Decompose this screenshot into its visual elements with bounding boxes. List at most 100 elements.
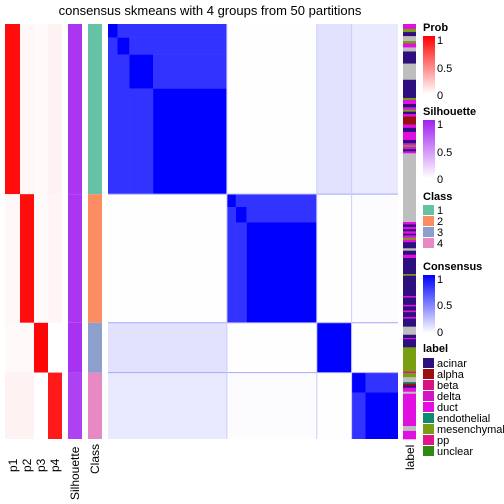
prob-p3-class4-cell [34, 372, 48, 439]
legend-label-swatch-beta [423, 380, 434, 390]
legend-label-swatch-duct [423, 402, 434, 412]
label-cell-acinar [403, 111, 416, 115]
label-cell-duct [403, 226, 416, 230]
consensus-subblock-off-2-1 [235, 194, 317, 208]
label-cell-duct [403, 387, 416, 393]
label-cell-mesenchymal [403, 109, 416, 112]
label-cell-acinar [403, 312, 416, 318]
legend-label-swatch-delta [423, 391, 434, 401]
consensus-subblock-off-4-1b [351, 392, 366, 439]
legend-silhouette-tick-1: 1 [437, 119, 443, 131]
prob-p1-class3-cell [5, 322, 20, 373]
axis-label-p1: p1 [6, 458, 20, 472]
prob-p4-class3-cell [48, 322, 62, 373]
label-cell-acinar [403, 385, 416, 388]
label-cell-acinar [403, 51, 416, 64]
legend-prob-tick-1: 1 [437, 35, 443, 47]
axis-label-p4: p4 [48, 458, 62, 472]
consensus-subblock-off-1-3 [153, 54, 227, 89]
label-cell-acinar [403, 334, 416, 339]
consensus-block-4-3 [316, 372, 352, 439]
consensus-block-3-4 [351, 322, 398, 373]
label-cell-duct [403, 24, 416, 30]
legend-silhouette-tick-0: 0 [437, 174, 443, 186]
label-cell-duct [403, 222, 416, 225]
label-cell-acinar [403, 149, 416, 152]
prob-p3-class1-cell [34, 24, 48, 195]
class-2-cell [88, 194, 102, 323]
label-cell-grey [403, 153, 416, 223]
label-cell-acinar [403, 242, 416, 249]
legend-silhouette-title: Silhouette [423, 106, 476, 118]
consensus-block-2-1 [108, 194, 227, 323]
annotation-columns [5, 24, 102, 439]
label-cell-acinar [403, 275, 416, 297]
consensus-block-1-4 [351, 24, 398, 195]
label-cell-duct [403, 235, 416, 239]
silhouette-class4-cell [68, 372, 82, 439]
legend-class-swatch-1 [423, 205, 434, 215]
label-cell-duct [403, 393, 416, 427]
label-cell-acinar [403, 229, 416, 232]
label-cell-acinar [403, 224, 416, 228]
label-cell-mesenchymal [403, 97, 416, 101]
prob-p2-class3-cell [20, 322, 34, 373]
label-cell-grey [403, 391, 416, 395]
label-cell-acinar [403, 139, 416, 144]
consensus-subblock-1-3 [129, 54, 154, 89]
label-cell-mesenchymal [403, 373, 416, 378]
legend-class-items: 1234 [423, 205, 443, 250]
consensus-subblock-2-2 [235, 207, 247, 223]
label-cell-grey [403, 248, 416, 251]
label-cell-acinar [403, 79, 416, 99]
label-cell-acinar [403, 257, 416, 275]
axis-label-p2: p2 [20, 458, 34, 472]
label-cell-duct [403, 231, 416, 235]
consensus-subblock-1-2 [117, 37, 130, 55]
consensus-heatmap [108, 24, 398, 439]
legend-consensus-colorbar [423, 275, 435, 333]
consensus-block-4-1 [108, 372, 227, 439]
label-cell-grey [403, 63, 416, 81]
prob-p4-class2-cell [48, 194, 62, 323]
legend-class-title: Class [423, 191, 452, 203]
consensus-subblock-2-3 [246, 222, 317, 323]
legend-prob-title: Prob [423, 22, 448, 34]
label-cell-grey [403, 377, 416, 383]
label-cell-acinar [403, 127, 416, 133]
label-cell-alpha [403, 116, 416, 125]
label-cell-duct [403, 430, 416, 440]
prob-p1-class2-cell [5, 194, 20, 323]
consensus-block-2-3 [316, 194, 352, 323]
label-cell-acinar [403, 306, 416, 311]
legend-prob-colorbar [423, 36, 435, 94]
prob-p2-class1-cell [20, 24, 34, 195]
label-annotation-column [403, 24, 416, 440]
label-cell-duct [403, 107, 416, 110]
legend-label-swatch-alpha [423, 369, 434, 379]
consensus-subblock-1-1 [108, 24, 118, 38]
label-cell-mesenchymal [403, 347, 416, 372]
consensus-subblock-off-1-1b [108, 37, 118, 195]
legend-label-swatch-pp [423, 435, 434, 445]
label-cell-acinar [403, 104, 416, 108]
label-cell-duct [403, 151, 416, 154]
consensus-heatmap-figure: p1 p2 p3 p4 Silhouette Class label Prob … [5, 22, 504, 500]
class-3-cell [88, 322, 102, 373]
label-cell-acinar [403, 250, 416, 256]
prob-p2-class4-cell [20, 372, 34, 439]
column-axis-labels: p1 p2 p3 p4 Silhouette Class label [6, 444, 417, 500]
label-cell-acinar [403, 339, 416, 348]
consensus-subblock-off-1-1 [117, 24, 227, 38]
consensus-subblock-off-1-2 [129, 37, 227, 55]
consensus-subblock-4-1 [351, 372, 366, 393]
legends: Prob 1 0.5 0 Silhouette 1 0.5 0 Class 12… [423, 22, 504, 458]
label-cell-mesenchymal [403, 237, 416, 241]
consensus-block-2-4 [351, 194, 398, 323]
label-cell-grey [403, 326, 416, 336]
legend-label-title: label [423, 343, 448, 355]
legend-prob-tick-0: 0 [437, 90, 443, 102]
legend-label-swatch-endothelial [423, 413, 434, 423]
axis-label-label: label [403, 445, 417, 470]
label-cell-acinar [403, 318, 416, 327]
